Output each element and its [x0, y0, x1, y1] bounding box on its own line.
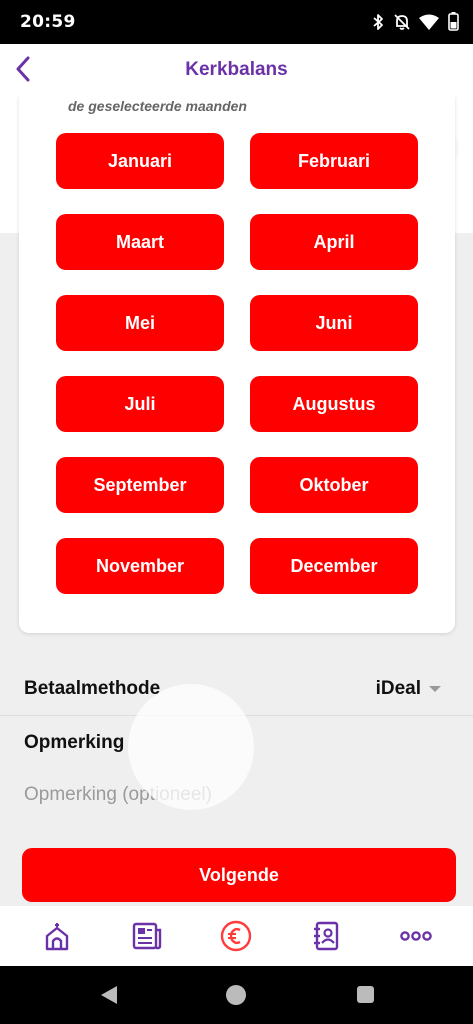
- month-button-januari[interactable]: Januari: [56, 133, 224, 189]
- page-title: Kerkbalans: [185, 59, 288, 80]
- bottom-navigation: [0, 906, 473, 966]
- next-button[interactable]: Volgende: [22, 848, 456, 902]
- month-button-december[interactable]: December: [250, 538, 418, 594]
- month-button-mei[interactable]: Mei: [56, 295, 224, 351]
- nav-item-contacts[interactable]: [301, 911, 351, 961]
- payment-method-select[interactable]: iDeal: [376, 678, 441, 700]
- main-content: de geselecteerde maanden Januari Februar…: [0, 96, 473, 906]
- months-subtitle: de geselecteerde maanden: [68, 98, 247, 114]
- month-grid: Januari Februari Maart April Mei Juni Ju…: [56, 133, 418, 594]
- month-button-februari[interactable]: Februari: [250, 133, 418, 189]
- month-button-augustus[interactable]: Augustus: [250, 376, 418, 432]
- month-button-maart[interactable]: Maart: [56, 214, 224, 270]
- month-selection-card: de geselecteerde maanden Januari Februar…: [19, 96, 455, 633]
- nav-item-more[interactable]: [391, 911, 441, 961]
- app-header: Kerkbalans: [0, 44, 473, 96]
- news-icon: [132, 922, 161, 950]
- status-bar: 20:59: [0, 0, 473, 44]
- touch-ripple: [128, 684, 254, 810]
- bluetooth-icon: [371, 13, 385, 36]
- system-back-icon[interactable]: [100, 985, 118, 1005]
- month-button-juli[interactable]: Juli: [56, 376, 224, 432]
- caret-down-icon: [429, 686, 441, 692]
- month-button-april[interactable]: April: [250, 214, 418, 270]
- nav-item-giving[interactable]: [211, 911, 261, 961]
- battery-icon: [448, 12, 459, 36]
- church-home-icon: [45, 923, 69, 951]
- bell-off-icon: [394, 13, 410, 36]
- status-icons: [371, 12, 459, 36]
- wifi-icon: [419, 14, 439, 35]
- system-recents-icon[interactable]: [357, 986, 374, 1003]
- month-button-september[interactable]: September: [56, 457, 224, 513]
- status-time: 20:59: [20, 12, 76, 32]
- month-button-november[interactable]: November: [56, 538, 224, 594]
- address-book-icon: [314, 921, 339, 951]
- remark-label: Opmerking: [24, 732, 125, 753]
- more-icon: [400, 931, 432, 941]
- nav-item-home[interactable]: [32, 911, 82, 961]
- euro-icon: [221, 920, 252, 952]
- nav-item-news[interactable]: [122, 911, 172, 961]
- month-button-oktober[interactable]: Oktober: [250, 457, 418, 513]
- payment-method-label: Betaalmethode: [24, 678, 161, 699]
- system-home-icon[interactable]: [226, 985, 246, 1005]
- month-button-juni[interactable]: Juni: [250, 295, 418, 351]
- system-navigation-bar: [0, 966, 473, 1024]
- payment-method-value: iDeal: [375, 678, 421, 699]
